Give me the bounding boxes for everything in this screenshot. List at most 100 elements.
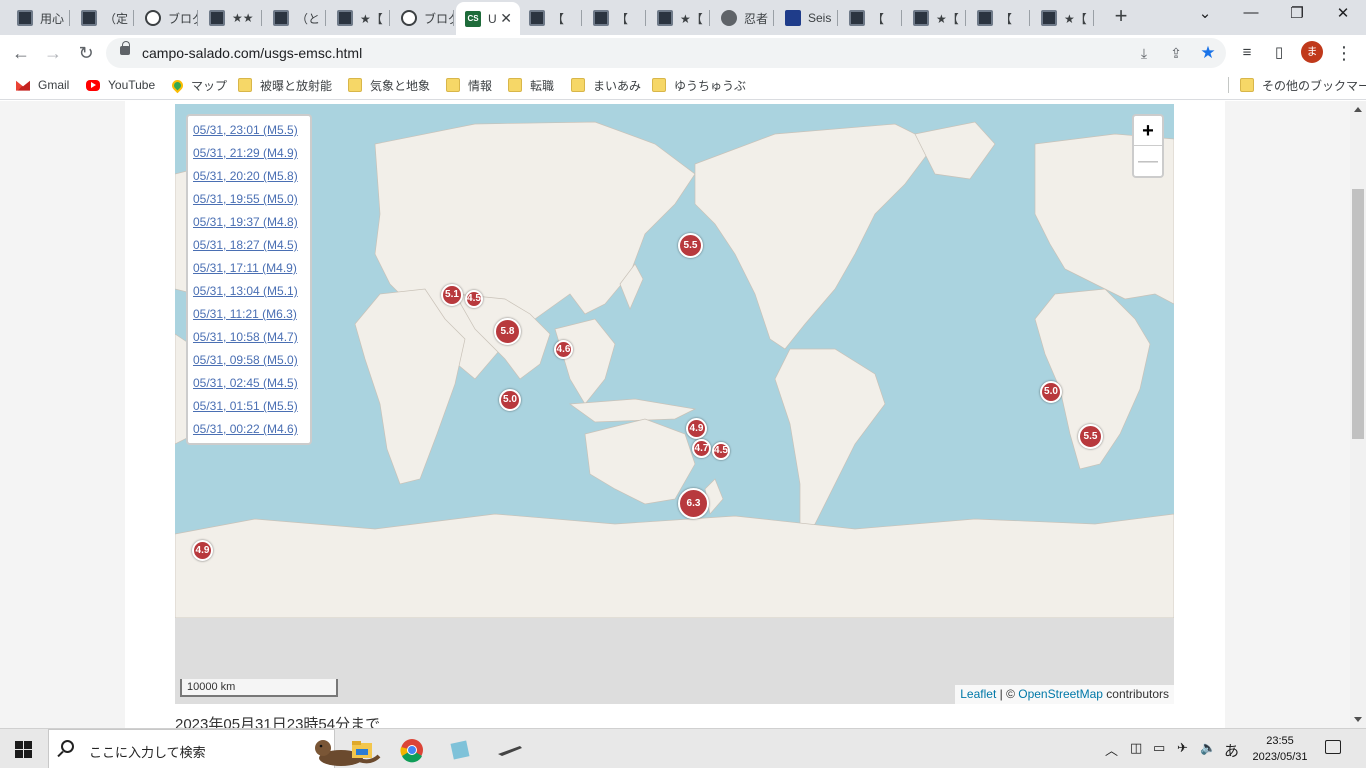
browser-tab[interactable]: ★★ bbox=[200, 4, 262, 32]
event-link[interactable]: 05/31, 10:58 (M4.7) bbox=[193, 326, 310, 349]
browser-tab[interactable]: ★【 bbox=[904, 4, 966, 32]
ime-indicator[interactable]: あ bbox=[1224, 740, 1239, 761]
earthquake-marker[interactable]: 5.8 bbox=[494, 318, 521, 345]
bookmark-item[interactable]: 被曝と放射能 bbox=[238, 76, 332, 94]
event-link[interactable]: 05/31, 18:27 (M4.5) bbox=[193, 234, 310, 257]
lock-icon[interactable] bbox=[120, 41, 130, 55]
volume-icon[interactable]: 🔈 bbox=[1200, 740, 1216, 756]
earthquake-marker[interactable]: 5.5 bbox=[678, 233, 703, 258]
reading-list-icon[interactable]: ≡ bbox=[1237, 43, 1257, 63]
earthquake-marker[interactable]: 4.9 bbox=[192, 540, 213, 561]
event-link[interactable]: 05/31, 09:58 (M5.0) bbox=[193, 349, 310, 372]
event-link[interactable]: 05/31, 19:37 (M4.8) bbox=[193, 211, 310, 234]
chrome-taskbar-icon[interactable] bbox=[392, 734, 432, 766]
earthquake-marker[interactable]: 4.9 bbox=[686, 418, 707, 439]
bookmark-item[interactable]: YouTube bbox=[86, 76, 155, 94]
browser-tab[interactable]: 【 bbox=[968, 4, 1030, 32]
browser-tab[interactable]: 【 bbox=[840, 4, 902, 32]
browser-tab[interactable]: ★【 bbox=[1032, 4, 1094, 32]
bookmark-item[interactable]: 気象と地象 bbox=[348, 76, 430, 94]
battery-icon[interactable]: ▭ bbox=[1153, 740, 1165, 756]
side-panel-icon[interactable]: ▯ bbox=[1269, 43, 1289, 63]
browser-tab[interactable]: ブログ bbox=[136, 4, 198, 32]
browser-tab[interactable]: Seis bbox=[776, 4, 838, 32]
event-link[interactable]: 05/31, 13:04 (M5.1) bbox=[193, 280, 310, 303]
browser-tab[interactable]: ブログ bbox=[392, 4, 454, 32]
earthquake-marker[interactable]: 5.5 bbox=[1078, 424, 1103, 449]
bookmark-item[interactable]: Gmail bbox=[16, 76, 69, 94]
bookmark-star-icon[interactable]: ★ bbox=[1198, 43, 1218, 63]
event-link[interactable]: 05/31, 00:22 (M4.6) bbox=[193, 418, 310, 441]
bookmark-item[interactable]: ゆうちゅうぶ bbox=[652, 76, 746, 94]
browser-tab[interactable]: 用心 bbox=[8, 4, 70, 32]
earthquake-marker[interactable]: 4.5 bbox=[712, 442, 730, 460]
airplane-mode-icon[interactable]: ✈ bbox=[1177, 740, 1188, 756]
browser-tab[interactable]: （定 bbox=[72, 4, 134, 32]
earthquake-marker[interactable]: 5.1 bbox=[441, 284, 463, 306]
event-link[interactable]: 05/31, 02:45 (M4.5) bbox=[193, 372, 310, 395]
earthquake-marker[interactable]: 4.5 bbox=[465, 290, 483, 308]
new-tab-button[interactable]: + bbox=[1110, 5, 1132, 28]
bookmark-item[interactable]: 情報 bbox=[446, 76, 492, 94]
browser-tab[interactable]: 忍者 bbox=[712, 4, 774, 32]
bookmark-item[interactable]: 転職 bbox=[508, 76, 554, 94]
browser-tab[interactable]: 【 bbox=[520, 4, 582, 32]
other-bookmarks[interactable]: その他のブックマーク bbox=[1240, 76, 1366, 94]
profile-avatar[interactable]: ま bbox=[1301, 41, 1323, 63]
earthquake-marker[interactable]: 5.0 bbox=[1040, 381, 1062, 403]
scroll-down-arrow[interactable] bbox=[1354, 717, 1362, 722]
leaflet-link[interactable]: Leaflet bbox=[960, 687, 996, 701]
browser-tab[interactable]: CS U ✕ bbox=[456, 2, 520, 35]
tab-search-icon[interactable]: ⌄ bbox=[1190, 4, 1220, 26]
event-link[interactable]: 05/31, 21:29 (M4.9) bbox=[193, 142, 310, 165]
bookmark-item[interactable]: マップ bbox=[169, 76, 227, 94]
camera-icon[interactable]: ◫ bbox=[1130, 740, 1142, 756]
event-link[interactable]: 05/31, 17:11 (M4.9) bbox=[193, 257, 310, 280]
vertical-scrollbar[interactable] bbox=[1350, 101, 1366, 728]
system-clock[interactable]: 23:55 2023/05/31 bbox=[1240, 733, 1320, 765]
notepad-app-icon[interactable] bbox=[440, 734, 480, 766]
share-icon[interactable]: ⇪ bbox=[1166, 43, 1186, 63]
forward-button[interactable]: → bbox=[40, 40, 66, 66]
scale-bar: 10000 km bbox=[180, 679, 338, 697]
back-button[interactable]: ← bbox=[8, 40, 34, 66]
scroll-thumb[interactable] bbox=[1352, 189, 1364, 439]
osm-link[interactable]: OpenStreetMap bbox=[1018, 687, 1103, 701]
event-link[interactable]: 05/31, 20:20 (M5.8) bbox=[193, 165, 310, 188]
event-link[interactable]: 05/31, 11:21 (M6.3) bbox=[193, 303, 310, 326]
notification-icon[interactable] bbox=[1325, 740, 1341, 754]
clock-time: 23:55 bbox=[1266, 735, 1294, 747]
browser-tab[interactable]: ★【 bbox=[648, 4, 710, 32]
bookmark-label: 気象と地象 bbox=[370, 78, 431, 93]
earthquake-marker[interactable]: 5.0 bbox=[499, 389, 521, 411]
zoom-in-button[interactable]: + bbox=[1134, 116, 1162, 146]
earthquake-marker[interactable]: 4.7 bbox=[692, 439, 711, 458]
menu-icon[interactable]: ⋮ bbox=[1334, 43, 1354, 63]
minimize-button[interactable]: — bbox=[1236, 4, 1266, 26]
restore-button[interactable]: ❐ bbox=[1282, 4, 1312, 26]
browser-tab[interactable]: ★【 bbox=[328, 4, 390, 32]
event-link[interactable]: 05/31, 19:55 (M5.0) bbox=[193, 188, 310, 211]
event-link[interactable]: 05/31, 01:51 (M5.5) bbox=[193, 395, 310, 418]
tab-separator bbox=[197, 10, 198, 26]
close-window-button[interactable]: ✕ bbox=[1328, 4, 1358, 26]
taskbar-search[interactable]: ここに入力して検索 bbox=[48, 729, 381, 768]
earthquake-marker[interactable]: 6.3 bbox=[678, 488, 709, 519]
file-explorer-icon[interactable] bbox=[342, 734, 382, 766]
reload-button[interactable]: ↻ bbox=[73, 40, 99, 66]
earthquake-marker[interactable]: 4.6 bbox=[554, 340, 573, 359]
url-text[interactable]: campo-salado.com/usgs-emsc.html bbox=[142, 45, 362, 61]
browser-tab[interactable]: 【 bbox=[584, 4, 646, 32]
zoom-out-button[interactable]: — bbox=[1134, 146, 1162, 176]
airplane-app-icon[interactable] bbox=[490, 734, 530, 766]
bookmark-item[interactable]: まいあみ bbox=[571, 76, 641, 94]
install-icon[interactable]: ⤓ bbox=[1134, 43, 1154, 63]
browser-tab[interactable]: （と bbox=[264, 4, 326, 32]
close-tab-icon[interactable]: ✕ bbox=[500, 10, 512, 27]
earthquake-map[interactable]: 5.5 5.1 4.5 5.8 4.6 5.0 4.9 4.7 4.5 6.3 5.0 5.5 4.9 … bbox=[175, 104, 1174, 704]
tray-chevron-icon[interactable]: ︿ bbox=[1105, 740, 1118, 759]
event-link[interactable]: 05/31, 23:01 (M5.5) bbox=[193, 119, 310, 142]
scroll-up-arrow[interactable] bbox=[1354, 107, 1362, 112]
address-bar[interactable]: campo-salado.com/usgs-emsc.html ⤓ ⇪ ★ bbox=[106, 38, 1226, 68]
windows-start-icon[interactable] bbox=[15, 741, 32, 758]
